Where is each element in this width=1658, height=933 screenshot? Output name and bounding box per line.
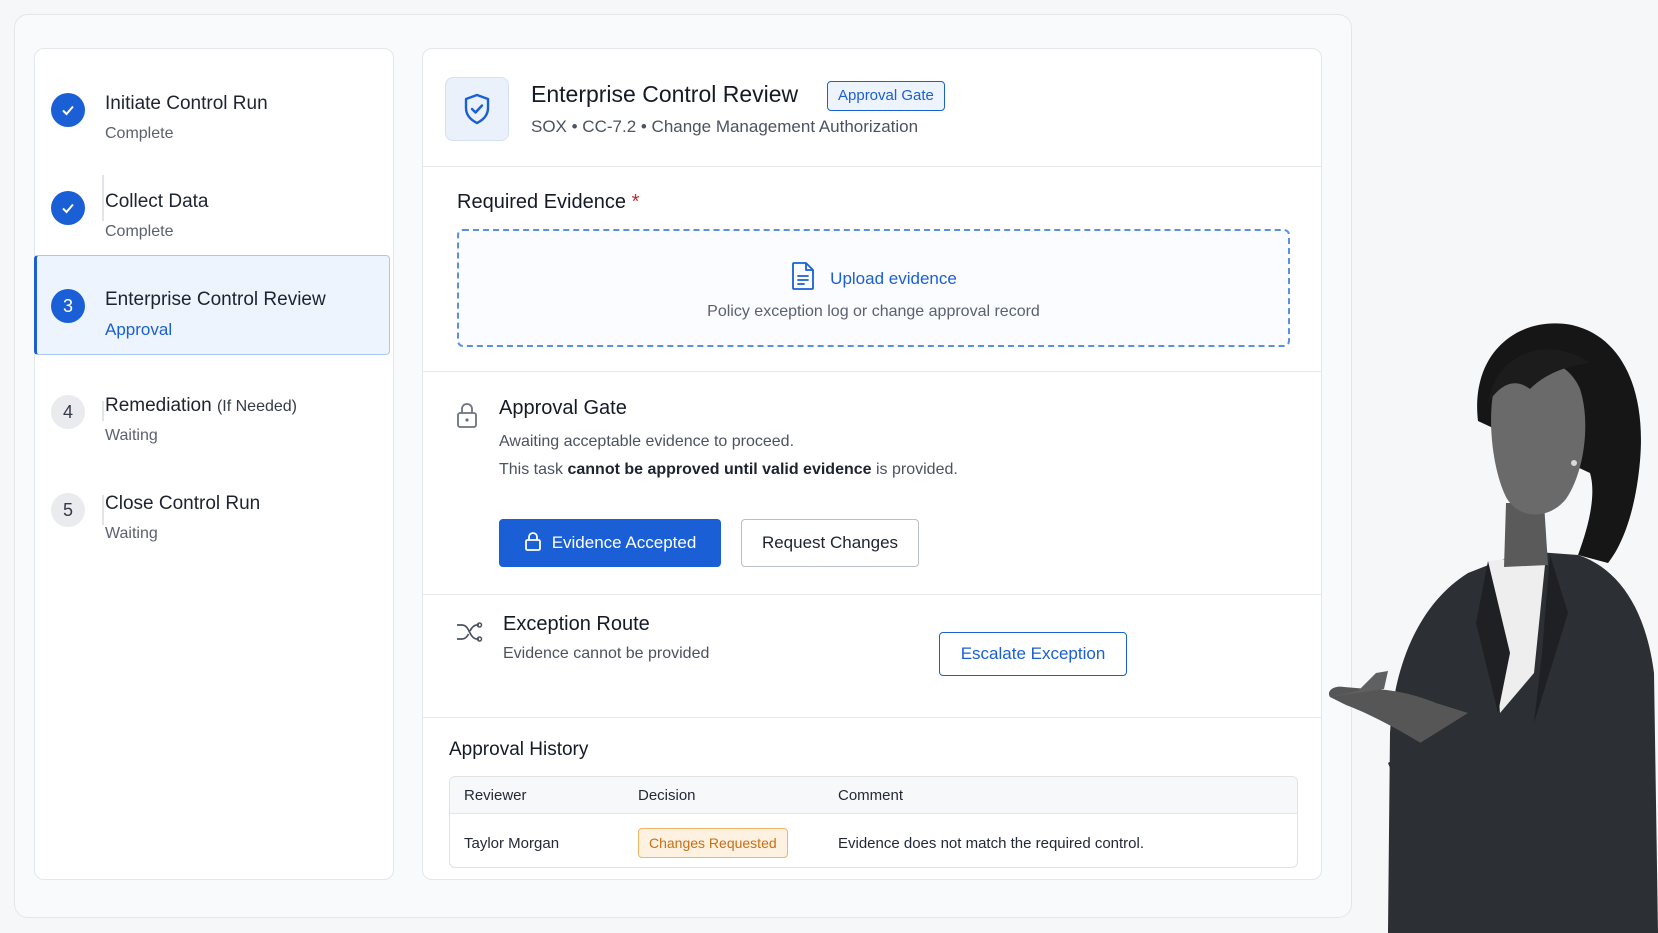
evidence-dropzone[interactable]: Upload evidence Policy exception log or … [457, 229, 1290, 347]
gate-requirement-text: This task cannot be approved until valid… [499, 461, 958, 479]
required-evidence-label: Required Evidence * [457, 191, 639, 214]
gate-requirement-emphasis: cannot be approved until valid evidence [567, 461, 872, 478]
gate-requirement-suffix: is provided. [871, 461, 958, 478]
step-number: 4 [51, 395, 85, 429]
step-remediation[interactable]: 4 Remediation (If Needed) Waiting [35, 369, 393, 467]
review-panel: Enterprise Control Review Approval Gate … [422, 48, 1322, 880]
workflow-stepper: Initiate Control Run Complete Collect Da… [34, 48, 394, 880]
step-initiate-control-run[interactable]: Initiate Control Run Complete [35, 67, 393, 165]
step-number: 3 [51, 289, 85, 323]
approval-gate-title: Approval Gate [499, 397, 627, 419]
control-subtitle: SOX • CC-7.2 • Change Management Authori… [531, 117, 919, 136]
decision-status-badge: Changes Requested [638, 828, 788, 858]
divider [423, 717, 1321, 718]
step-title: Close Control Run [105, 493, 261, 514]
step-status: Complete [105, 125, 174, 142]
step-title: Initiate Control Run [105, 93, 268, 114]
presenter-photo [1328, 323, 1658, 933]
evidence-accepted-button[interactable]: Evidence Accepted [499, 519, 721, 567]
upload-hint: Policy exception log or change approval … [707, 303, 1040, 320]
request-changes-button[interactable]: Request Changes [741, 519, 919, 567]
lock-icon [455, 401, 479, 434]
step-title: Remediation (If Needed) [105, 395, 297, 417]
escalate-exception-button[interactable]: Escalate Exception [939, 632, 1127, 676]
step-status: Approval [105, 320, 173, 339]
divider [423, 594, 1321, 595]
upload-evidence-link[interactable]: Upload evidence [830, 269, 957, 289]
step-number: 5 [51, 493, 85, 527]
page-title: Enterprise Control Review [531, 81, 799, 107]
comment-cell: Evidence does not match the required con… [838, 835, 1145, 852]
evidence-accepted-label: Evidence Accepted [551, 533, 697, 552]
step-collect-data[interactable]: Collect Data Complete [35, 165, 393, 263]
required-evidence-text: Required Evidence [457, 191, 626, 213]
column-header-reviewer: Reviewer [464, 787, 527, 804]
approval-history-table: Reviewer Decision Comment Taylor Morgan … [449, 776, 1298, 868]
step-enterprise-control-review[interactable]: 3 Enterprise Control Review Approval [34, 255, 390, 355]
gate-requirement-prefix: This task [499, 461, 568, 478]
check-icon [51, 93, 85, 127]
step-title: Enterprise Control Review [105, 289, 326, 310]
exception-route-subtitle: Evidence cannot be provided [503, 645, 710, 662]
approval-history-title: Approval History [449, 739, 589, 760]
shield-check-icon [445, 77, 509, 141]
column-header-comment: Comment [838, 787, 904, 804]
approval-gate-badge: Approval Gate [827, 81, 945, 111]
step-status: Complete [105, 223, 174, 240]
step-title: Collect Data [105, 191, 209, 212]
divider [423, 166, 1321, 167]
table-header: Reviewer Decision Comment [450, 777, 1297, 814]
step-title-suffix: (If Needed) [216, 398, 297, 415]
gate-status-text: Awaiting acceptable evidence to proceed. [499, 433, 795, 450]
step-status: Waiting [105, 427, 158, 444]
upload-row: Upload evidence [459, 261, 1288, 296]
reviewer-cell: Taylor Morgan [464, 835, 560, 852]
divider [423, 371, 1321, 372]
column-header-decision: Decision [638, 787, 696, 804]
required-marker: * [631, 191, 640, 213]
step-status: Waiting [105, 525, 158, 542]
exception-route-title: Exception Route [503, 613, 650, 635]
step-close-control-run[interactable]: 5 Close Control Run Waiting [35, 467, 393, 565]
step-title-text: Remediation [105, 395, 212, 416]
document-icon [790, 261, 816, 296]
lock-icon [524, 531, 542, 556]
shuffle-route-icon [455, 619, 483, 650]
check-icon [51, 191, 85, 225]
